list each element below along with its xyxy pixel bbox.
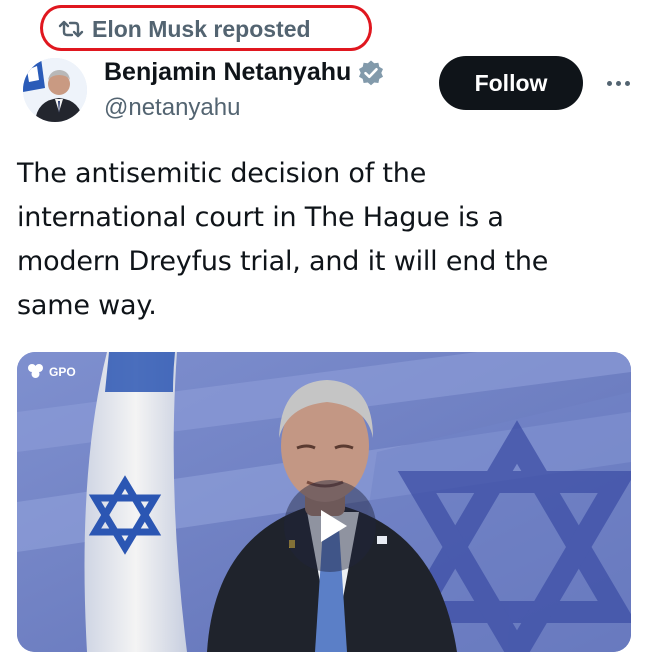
- follow-button[interactable]: Follow: [439, 56, 583, 110]
- author-name[interactable]: Benjamin Netanyahu: [104, 58, 351, 87]
- gpo-logo-icon: [28, 364, 43, 378]
- play-button[interactable]: [284, 480, 376, 572]
- more-options-icon: [606, 80, 612, 86]
- post-text-line: same way.: [17, 290, 157, 321]
- play-icon: [321, 510, 347, 542]
- author-handle[interactable]: @netanyahu: [104, 94, 240, 122]
- author-avatar[interactable]: [23, 58, 87, 122]
- more-options-icon: [624, 80, 630, 86]
- avatar-image: [23, 58, 87, 122]
- repost-text[interactable]: Elon Musk reposted: [92, 16, 311, 43]
- post-text-line: modern Dreyfus trial, and it will end th…: [17, 246, 549, 277]
- repost-indicator[interactable]: Elon Musk reposted: [58, 14, 311, 44]
- gpo-watermark: GPO: [25, 362, 76, 382]
- post-text-line: international court in The Hague is a: [17, 202, 504, 233]
- post-video[interactable]: GPO: [17, 352, 631, 652]
- more-options-button[interactable]: [598, 66, 638, 100]
- gpo-watermark-text: GPO: [49, 365, 76, 379]
- repost-icon: [58, 20, 84, 38]
- post-text-line: The antisemitic decision of the: [17, 158, 427, 189]
- post-text: The antisemitic decision of the internat…: [17, 152, 617, 328]
- author-name-row: Benjamin Netanyahu: [104, 58, 385, 87]
- more-options-icon: [615, 80, 621, 86]
- verified-badge-icon[interactable]: [357, 59, 385, 87]
